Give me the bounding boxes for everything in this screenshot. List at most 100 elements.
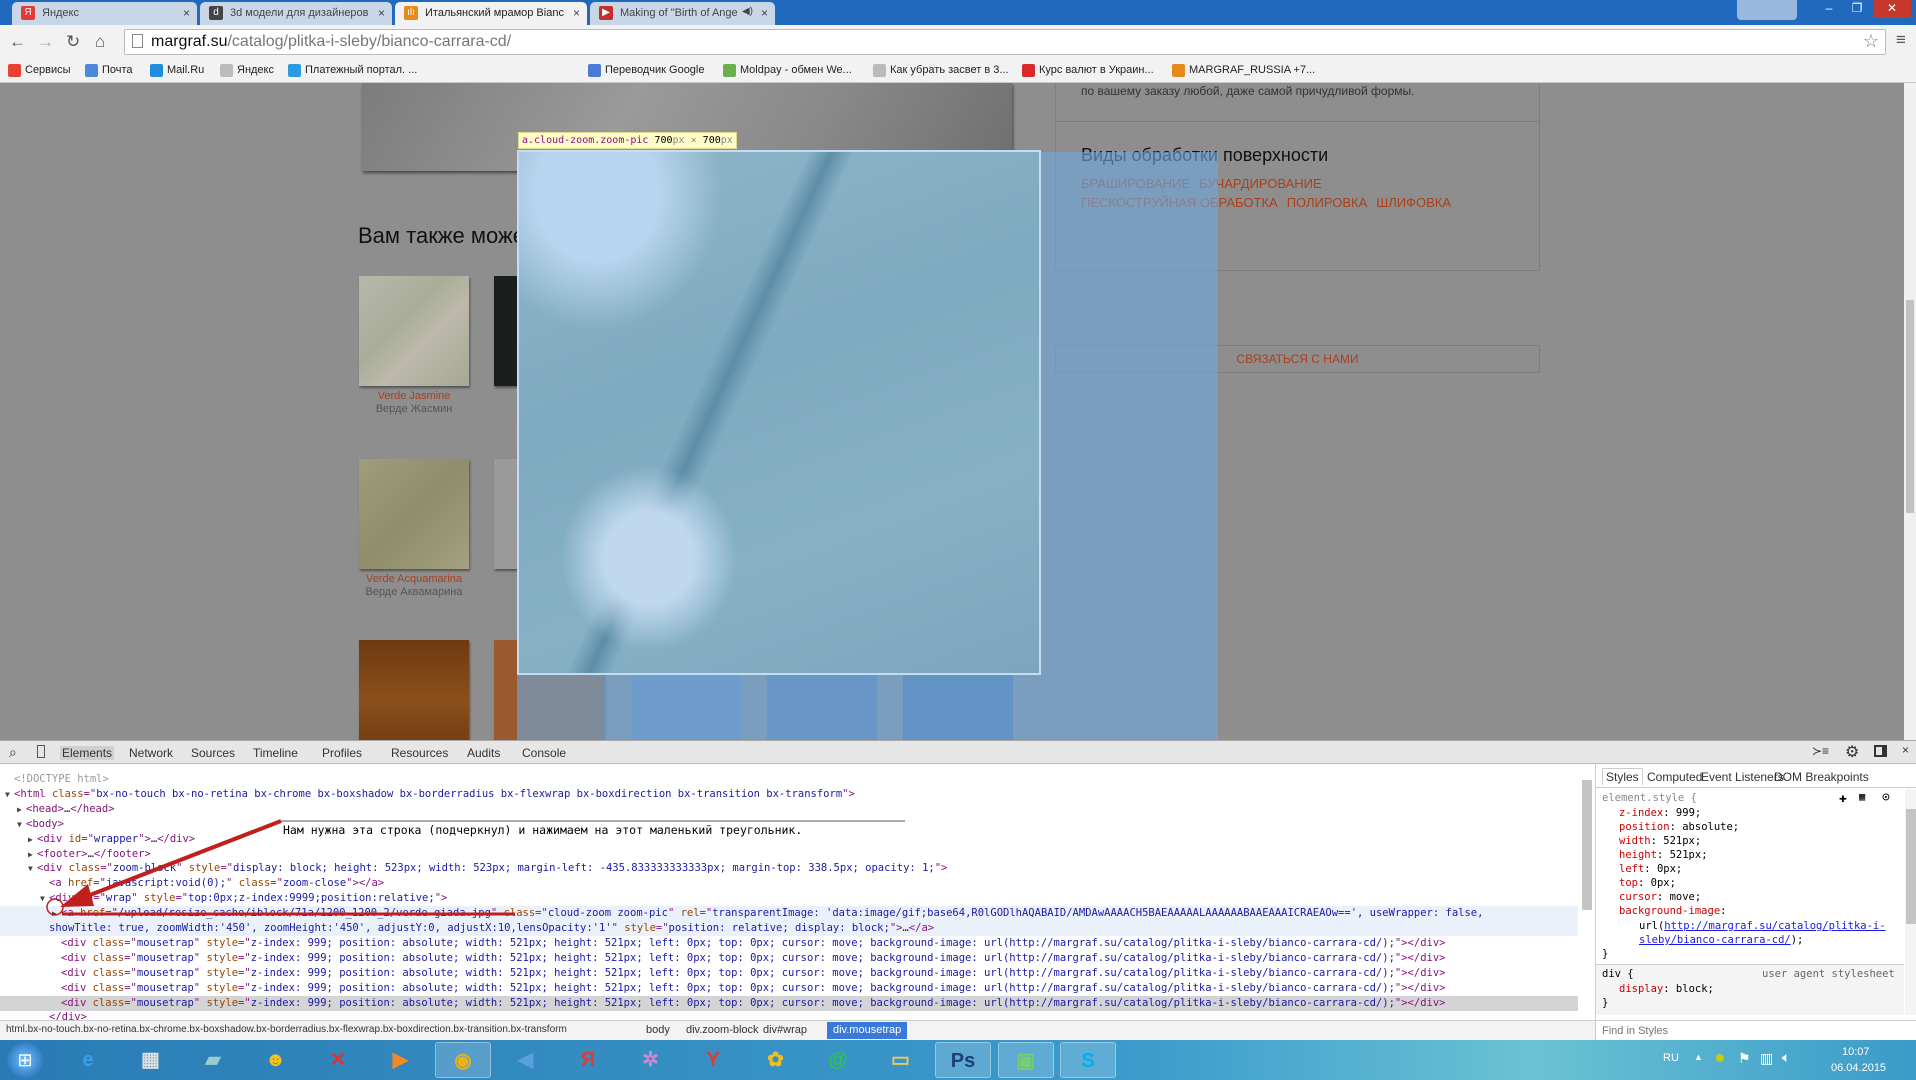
bookmark-item[interactable]: Как убрать засвет в 3... [873,64,1009,77]
surface-link[interactable]: ШЛИФОВКА [1376,195,1451,210]
close-devtools-icon[interactable]: × [1902,743,1909,757]
bookmark-item[interactable]: MARGRAF_RUSSIA +7... [1172,64,1315,77]
chrome-taskbar-button[interactable]: ◉ [435,1042,491,1078]
photoshop-taskbar-button[interactable]: Ps [935,1042,991,1078]
yandex-browser-taskbar-button[interactable]: Я [560,1042,616,1078]
style-property[interactable]: cursor: move; [1619,891,1701,903]
inspect-search-icon[interactable]: ⌕ [9,744,17,761]
styles-tab-computed[interactable]: Computed [1647,770,1702,784]
scrollbar-thumb[interactable] [1906,300,1914,513]
scroll-thumb[interactable] [1906,809,1916,924]
tray-expand-icon[interactable]: ▲ [1694,1052,1703,1062]
device-mode-icon[interactable] [37,745,45,758]
bg-url-link-2[interactable]: sleby/bianco-carrara-cd/ [1639,934,1791,946]
browser-tab[interactable]: Я Яндекс × [12,2,197,25]
breadcrumb-item[interactable]: body [646,1024,670,1036]
styles-scrollbar[interactable] [1905,789,1916,1015]
bookmark-item[interactable]: Курс валют в Украин... [1022,64,1154,77]
animation-icon[interactable]: ⊙ [1882,790,1890,805]
media-player-taskbar-button[interactable]: ▶ [373,1042,429,1078]
bookmark-item[interactable]: Платежный портал. ... [288,64,417,77]
find-in-styles-input[interactable] [1596,1020,1916,1040]
clock-time[interactable]: 10:07 [1842,1046,1870,1058]
dom-node-row[interactable]: <div class="mousetrap" style="z-index: 9… [0,966,1578,981]
devtools-tab-network[interactable]: Network [129,746,173,760]
dom-node-row[interactable]: <div class="mousetrap" style="z-index: 9… [0,981,1578,996]
zoom-picture[interactable] [517,150,1041,675]
menu-icon[interactable]: ≡ [1896,30,1906,50]
style-property[interactable]: top: 0px; [1619,877,1676,889]
bookmark-item[interactable]: Яндекс [220,64,274,77]
address-bar[interactable]: margraf.su/catalog/plitka-i-sleby/bianco… [124,29,1886,55]
bg-url-link[interactable]: http://margraf.su/catalog/plitka-i- [1664,920,1885,932]
bookmark-item[interactable]: Переводчик Google [588,64,705,77]
browser-tab[interactable]: ılı Итальянский мрамор Bianc × [395,2,587,25]
devtools-tab-elements[interactable]: Elements [60,746,115,760]
calculator-taskbar-button[interactable]: ▦ [123,1042,179,1078]
tab-close-icon[interactable]: × [183,6,190,20]
new-rule-icon[interactable]: ✚ [1839,791,1847,806]
language-indicator[interactable]: RU [1663,1052,1679,1064]
tab-close-icon[interactable]: × [761,6,768,20]
dom-node-row[interactable]: <div class="mousetrap" style="z-index: 9… [0,951,1578,966]
devtools-tab-console[interactable]: Console [522,746,566,760]
forward-icon[interactable]: → [37,32,54,52]
styles-tab-dom-breakpoints[interactable]: DOM Breakpoints [1774,770,1869,784]
product-tile-travertine[interactable] [359,640,469,740]
style-property[interactable]: position: absolute; [1619,821,1739,833]
bookmark-star-icon[interactable]: ☆ [1863,31,1879,52]
explorer-taskbar-button[interactable]: ▭ [873,1042,929,1078]
devtools-tab-resources[interactable]: Resources [391,746,448,760]
settings-gear-icon[interactable]: ⚙ [1845,742,1859,762]
bookmark-item[interactable]: Mail.Ru [150,64,204,77]
style-property[interactable]: left: 0px; [1619,863,1682,875]
messenger-taskbar-button[interactable]: ☻ [248,1042,304,1078]
drawer-icon[interactable]: ≻≡ [1812,744,1829,758]
breadcrumb-item[interactable]: div.zoom-block [686,1024,759,1036]
browser-tab[interactable]: d 3d модели для дизайнеров × [200,2,392,25]
home-icon[interactable]: ⌂ [95,32,105,52]
style-property[interactable]: width: 521px; [1619,835,1701,847]
bookmark-item[interactable]: Сервисы [8,64,71,77]
element-state-icon[interactable]: ▦ [1859,791,1865,803]
product-name-en[interactable]: Verde Acquamarina [359,573,469,585]
browser-tab[interactable]: ▶ Making of "Birth of Ange ◀) × [590,2,775,25]
page-scrollbar[interactable] [1904,83,1916,740]
dock-icon[interactable] [1874,745,1887,757]
skype-taskbar-button[interactable]: S [1060,1042,1116,1078]
start-button[interactable]: ⊞ [7,1042,43,1078]
style-property[interactable]: background-image: [1619,905,1726,917]
reload-icon[interactable]: ↻ [66,32,80,52]
product-tile-verde-jasmine[interactable] [359,276,469,386]
clock-date[interactable]: 06.04.2015 [1831,1062,1886,1074]
antivirus-tray-icon[interactable]: ✹ [1714,1050,1726,1067]
breadcrumb-item[interactable]: div.mousetrap [827,1022,908,1039]
devtools-tab-profiles[interactable]: Profiles [322,746,362,760]
elements-scroll-thumb[interactable] [1582,780,1592,910]
dom-node-row[interactable]: <div class="mousetrap" style="z-index: 9… [0,936,1578,951]
network-icon[interactable]: ▥ [1760,1050,1773,1067]
picasa-taskbar-button[interactable]: ✿ [748,1042,804,1078]
product-name-en[interactable]: Verde Jasmine [359,390,469,402]
action-center-icon[interactable]: ⚑ [1738,1050,1751,1067]
styles-tab-event-listeners[interactable]: Event Listeners [1701,770,1784,784]
yandex-y-taskbar-button[interactable]: Y [685,1042,741,1078]
spider-taskbar-button[interactable]: ✲ [623,1042,679,1078]
back-icon[interactable]: ← [9,32,26,52]
bookmark-item[interactable]: Moldpay - обмен We... [723,64,852,77]
tab-close-icon[interactable]: × [573,6,580,20]
icq-taskbar-button[interactable]: @ [810,1042,866,1078]
close-window-button[interactable]: ✕ [1873,0,1911,18]
devtools-tab-audits[interactable]: Audits [467,746,500,760]
devtools-tab-timeline[interactable]: Timeline [253,746,298,760]
dom-node-row[interactable]: <div class="mousetrap" style="z-index: 9… [0,995,1578,1011]
breadcrumb-item[interactable]: div#wrap [763,1024,807,1036]
monitor-app-taskbar-button[interactable]: ▣ [997,1042,1054,1078]
tab-close-icon[interactable]: × [378,6,385,20]
app-red-taskbar-button[interactable]: ✕ [310,1042,366,1078]
bookmark-item[interactable]: Почта [85,64,133,77]
devtools-tab-sources[interactable]: Sources [191,746,235,760]
styles-tab-styles[interactable]: Styles [1602,768,1643,785]
maximize-button[interactable]: ❐ [1843,0,1871,18]
product-tile-verde-acquamarina[interactable] [359,459,469,569]
